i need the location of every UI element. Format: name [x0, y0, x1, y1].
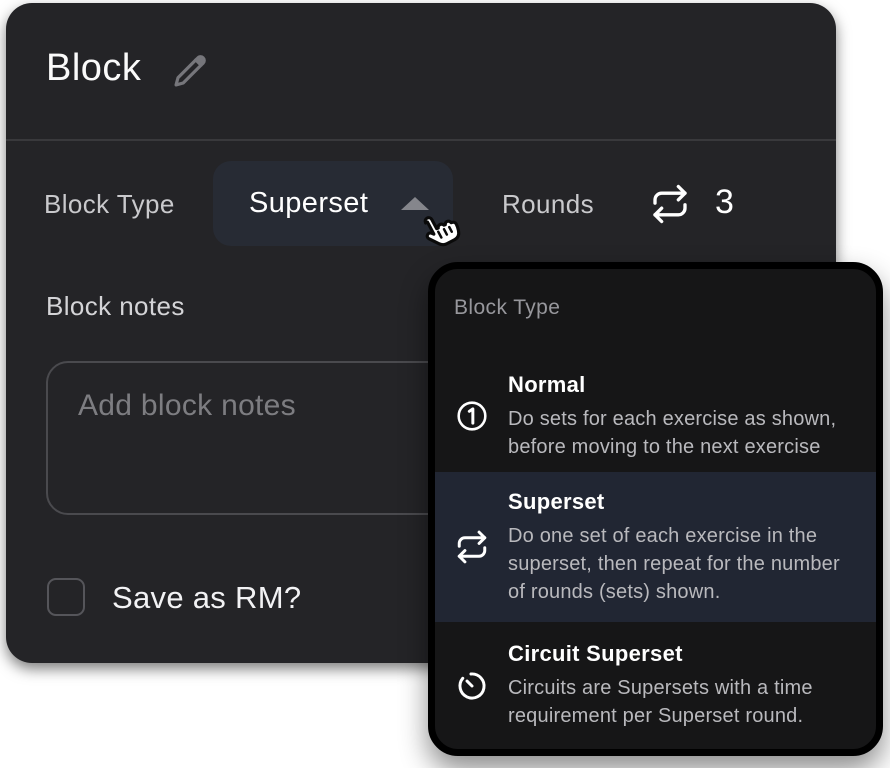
option-title: Normal [508, 372, 850, 398]
block-type-dropdown-menu: Block Type Normal Do sets for each exerc… [428, 262, 883, 756]
page-title: Block [46, 47, 141, 90]
timer-icon [455, 669, 489, 703]
dropdown-header: Block Type [454, 296, 560, 320]
option-circuit-superset[interactable]: Circuit Superset Circuits are Supersets … [435, 622, 876, 749]
option-text: Superset Do one set of each exercise in … [508, 489, 850, 606]
option-description: Do sets for each exercise as shown, befo… [508, 405, 850, 461]
option-text: Normal Do sets for each exercise as show… [508, 372, 850, 461]
block-type-value: Superset [249, 187, 368, 220]
block-notes-label: Block notes [46, 291, 185, 322]
option-text: Circuit Superset Circuits are Supersets … [508, 641, 850, 730]
pencil-icon[interactable] [168, 51, 210, 93]
rounds-value[interactable]: 3 [715, 183, 734, 222]
block-type-label: Block Type [44, 189, 175, 220]
circled-one-icon [455, 399, 489, 433]
repeat-icon [650, 184, 690, 224]
option-superset[interactable]: Superset Do one set of each exercise in … [435, 472, 876, 622]
save-rm-checkbox[interactable] [47, 578, 85, 616]
rounds-label: Rounds [502, 189, 594, 220]
block-type-dropdown-button[interactable]: Superset [213, 161, 453, 246]
option-title: Superset [508, 489, 850, 515]
screenshot-stage: Block Block Type Superset Rounds 3 Block… [0, 0, 890, 768]
option-description: Circuits are Supersets with a time requi… [508, 674, 850, 730]
chevron-up-icon [401, 197, 429, 210]
option-description: Do one set of each exercise in the super… [508, 522, 850, 606]
option-title: Circuit Superset [508, 641, 850, 667]
repeat-icon [455, 530, 489, 564]
save-rm-label: Save as RM? [112, 580, 301, 616]
header-divider [6, 139, 836, 141]
option-normal[interactable]: Normal Do sets for each exercise as show… [435, 358, 876, 474]
